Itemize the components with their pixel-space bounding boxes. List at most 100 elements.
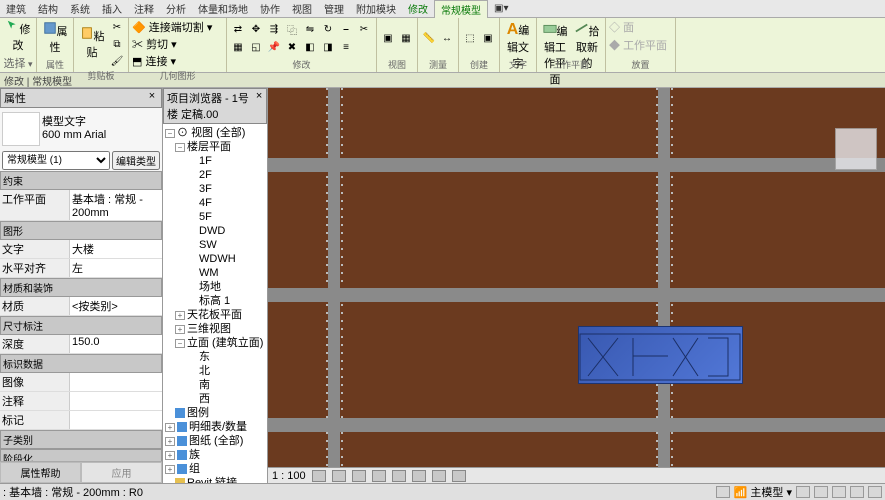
- leaf-wdwh[interactable]: WDWH: [165, 252, 265, 266]
- cat-identity[interactable]: 标识数据: [0, 354, 162, 373]
- trim-icon[interactable]: ⎯: [338, 22, 354, 38]
- create-icon[interactable]: ⬚: [462, 31, 478, 47]
- cope-button[interactable]: 🔶 连接端切割 ▾: [132, 19, 212, 35]
- node-3d[interactable]: +三维视图: [165, 322, 265, 336]
- node-links[interactable]: Revit 链接: [165, 476, 265, 483]
- modify-button[interactable]: 修改: [3, 19, 33, 55]
- leaf-bh1[interactable]: 标高 1: [165, 294, 265, 308]
- tab-arch[interactable]: 建筑: [0, 0, 32, 17]
- leaf-site[interactable]: 场地: [165, 280, 265, 294]
- leaf-2f[interactable]: 2F: [165, 168, 265, 182]
- tab-system[interactable]: 系统: [64, 0, 96, 17]
- viewport-3d[interactable]: 1 : 100: [268, 88, 885, 483]
- cat-constraints[interactable]: 约束: [0, 171, 162, 190]
- join-geom-button[interactable]: ⬒ 连接 ▾: [132, 53, 176, 69]
- tab-manage[interactable]: 管理: [318, 0, 350, 17]
- sb-icon[interactable]: [832, 486, 846, 498]
- p-text-val[interactable]: 大楼: [70, 240, 162, 258]
- workset-icon[interactable]: [716, 486, 730, 498]
- tab-collab[interactable]: 协作: [254, 0, 286, 17]
- sb-icon[interactable]: [796, 486, 810, 498]
- cut-icon[interactable]: ✂: [109, 19, 125, 35]
- p-halign-val[interactable]: 左: [70, 259, 162, 277]
- shadow-icon[interactable]: [372, 470, 386, 482]
- leaf-wm[interactable]: WM: [165, 266, 265, 280]
- edit-workplane-button[interactable]: 编辑工作平面: [540, 21, 570, 57]
- extra1-icon[interactable]: ◧: [302, 40, 318, 56]
- tab-view[interactable]: 视图: [286, 0, 318, 17]
- rotate-icon[interactable]: ↻: [320, 22, 336, 38]
- pin-icon[interactable]: 📌: [266, 40, 282, 56]
- align-icon[interactable]: ⇄: [230, 22, 246, 38]
- leaf-north[interactable]: 北: [165, 364, 265, 378]
- view2-icon[interactable]: ▦: [398, 31, 414, 47]
- pick-new-button[interactable]: 拾取新的: [572, 21, 602, 57]
- cut-geom-button[interactable]: ✂ 剪切 ▾: [132, 36, 177, 52]
- hide-isolate-icon[interactable]: [432, 470, 446, 482]
- p-mark-val[interactable]: [70, 411, 162, 429]
- node-ceiling[interactable]: +天花板平面: [165, 308, 265, 322]
- type-selector[interactable]: 模型文字600 mm Arial: [0, 108, 162, 150]
- tab-struct[interactable]: 结构: [32, 0, 64, 17]
- tab-modify[interactable]: 修改: [402, 0, 434, 17]
- node-elev[interactable]: −立面 (建筑立面): [165, 336, 265, 350]
- extra3-icon[interactable]: ≡: [338, 40, 354, 56]
- group-icon[interactable]: ▣: [480, 31, 496, 47]
- leaf-sw[interactable]: SW: [165, 238, 265, 252]
- p-image-val[interactable]: [70, 373, 162, 391]
- p-depth-val[interactable]: 150.0: [70, 335, 162, 353]
- visual-style-icon[interactable]: [332, 470, 346, 482]
- cat-dims[interactable]: 尺寸标注: [0, 316, 162, 335]
- array-icon[interactable]: ▦: [230, 40, 246, 56]
- tab-mass[interactable]: 体量和场地: [192, 0, 254, 17]
- delete-icon[interactable]: ✖: [284, 40, 300, 56]
- leaf-west[interactable]: 西: [165, 392, 265, 406]
- leaf-3f[interactable]: 3F: [165, 182, 265, 196]
- main-model-select[interactable]: 📶 主模型 ▾: [734, 484, 792, 500]
- copy-icon[interactable]: ⧉: [109, 36, 125, 52]
- tab-insert[interactable]: 插入: [96, 0, 128, 17]
- leaf-east[interactable]: 东: [165, 350, 265, 364]
- selected-model-text[interactable]: [578, 326, 743, 384]
- scale-icon[interactable]: ◱: [248, 40, 264, 56]
- view-icon[interactable]: ▣: [380, 31, 396, 47]
- node-floor-plans[interactable]: −楼层平面: [165, 140, 265, 154]
- paste-button[interactable]: 粘贴: [77, 26, 107, 62]
- cat-phase[interactable]: 阶段化: [0, 449, 162, 461]
- sb-icon[interactable]: [850, 486, 864, 498]
- tab-analyze[interactable]: 分析: [160, 0, 192, 17]
- node-sheets[interactable]: +图纸 (全部): [165, 434, 265, 448]
- p-workplane-val[interactable]: 基本墙 : 常规 - 200mm: [70, 190, 162, 220]
- cat-graphics[interactable]: 图形: [0, 221, 162, 240]
- p-material-val[interactable]: <按类别>: [70, 297, 162, 315]
- scale-button[interactable]: 1 : 100: [272, 470, 306, 482]
- tab-annot[interactable]: 注释: [128, 0, 160, 17]
- view-cube[interactable]: [835, 128, 877, 170]
- match-icon[interactable]: 🖌: [109, 53, 125, 69]
- reveal-icon[interactable]: [452, 470, 466, 482]
- sb-icon[interactable]: [814, 486, 828, 498]
- filter-icon[interactable]: [868, 486, 882, 498]
- node-sched[interactable]: +明细表/数量: [165, 420, 265, 434]
- edit-text-button[interactable]: A编辑文字: [503, 21, 533, 57]
- move-icon[interactable]: ✥: [248, 22, 264, 38]
- leaf-south[interactable]: 南: [165, 378, 265, 392]
- cat-subcat[interactable]: 子类别: [0, 430, 162, 449]
- node-views[interactable]: −⊙ 视图 (全部): [165, 126, 265, 140]
- properties-button[interactable]: 属性: [40, 21, 70, 57]
- instance-select[interactable]: 常规模型 (1): [2, 151, 110, 170]
- crop-region-icon[interactable]: [412, 470, 426, 482]
- cat-material[interactable]: 材质和装饰: [0, 278, 162, 297]
- node-families[interactable]: +族: [165, 448, 265, 462]
- tab-generic-model[interactable]: 常规模型: [434, 0, 488, 18]
- node-legend[interactable]: 图例: [165, 406, 265, 420]
- measure-icon[interactable]: 📏: [421, 31, 437, 47]
- close-icon[interactable]: ×: [255, 90, 263, 122]
- p-comment-val[interactable]: [70, 392, 162, 410]
- tab-collapse-icon[interactable]: ▣▾: [488, 2, 514, 15]
- detail-level-icon[interactable]: [312, 470, 326, 482]
- node-groups[interactable]: +组: [165, 462, 265, 476]
- tab-addin[interactable]: 附加模块: [350, 0, 402, 17]
- offset-icon[interactable]: ⇶: [266, 22, 282, 38]
- crop-icon[interactable]: [392, 470, 406, 482]
